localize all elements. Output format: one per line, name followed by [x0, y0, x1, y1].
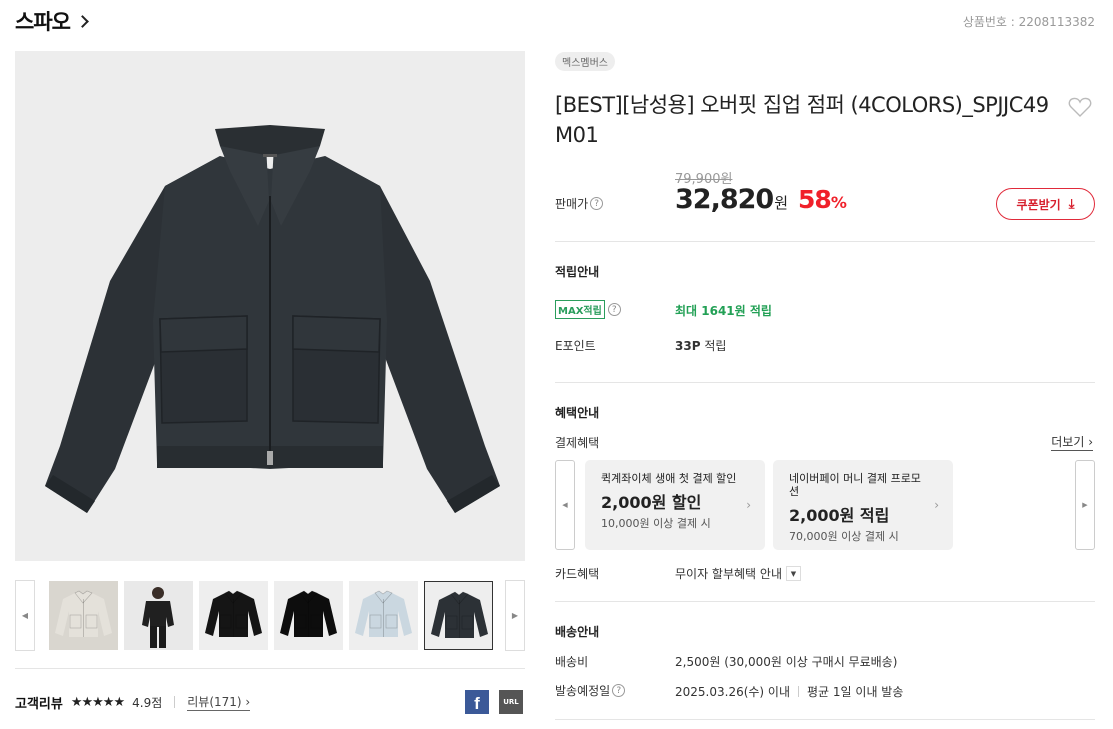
- benefit-card-amount: 2,000원 할인: [601, 493, 702, 512]
- rating-value: 4.9점: [132, 695, 163, 710]
- review-count-label: 리뷰(171): [187, 695, 242, 709]
- benefit-card-title: 네이버페이 머니 결제 프로모션: [789, 472, 921, 498]
- review-title: 고객리뷰: [15, 696, 63, 712]
- jacket-thumbnail: [55, 590, 112, 637]
- benefit-prev-button[interactable]: ◀: [555, 460, 575, 550]
- jacket-thumbnail: [431, 591, 488, 638]
- heart-icon[interactable]: [1068, 96, 1092, 118]
- payment-benefit-label: 결제혜택: [555, 436, 600, 450]
- review-count-link[interactable]: 리뷰(171) ›: [187, 693, 251, 711]
- chevron-right-icon: [76, 14, 89, 28]
- benefit-card[interactable]: 네이버페이 머니 결제 프로모션 2,000원 적립 70,000원 이상 결제…: [773, 460, 953, 550]
- main-product-image: [15, 51, 525, 561]
- epoint-amount: 33P: [675, 338, 701, 353]
- thumbnail-strip: ◀ ▶: [15, 580, 525, 651]
- chevron-right-icon: ›: [934, 498, 939, 512]
- ship-avg-value: 평균 1일 이내 발송: [807, 685, 904, 699]
- brand-name: 스파오: [15, 10, 71, 34]
- product-thumbnail[interactable]: [349, 581, 418, 650]
- sale-price-amount: 32,820: [675, 184, 774, 215]
- coupon-download-button[interactable]: 쿠폰받기 ⤓: [996, 188, 1095, 220]
- points-section-title: 적립안내: [555, 265, 600, 279]
- chevron-right-icon: ›: [746, 498, 751, 512]
- benefit-card-condition: 70,000원 이상 결제 시: [789, 530, 899, 543]
- thumb-prev-button[interactable]: ◀: [15, 580, 35, 651]
- benefit-card[interactable]: 퀵계좌이체 생애 첫 결제 할인 2,000원 할인 10,000원 이상 결제…: [585, 460, 765, 550]
- separator: [174, 696, 176, 708]
- benefit-next-button[interactable]: ▶: [1075, 460, 1095, 550]
- separator: [798, 686, 800, 697]
- jacket-thumbnail: [355, 590, 412, 637]
- discount-percent-sign: %: [830, 193, 847, 212]
- max-points-label: MAX적립 ?: [555, 300, 621, 319]
- epoint-label: E포인트: [555, 339, 596, 353]
- review-summary: 고객리뷰 ★★★★★ 4.9점 리뷰(171) › f URL: [15, 690, 525, 714]
- brand-link[interactable]: 스파오: [15, 6, 89, 36]
- max-points-value: 최대 1641원 적립: [675, 304, 772, 318]
- product-thumbnail[interactable]: [274, 581, 343, 650]
- url-copy-button[interactable]: URL: [499, 690, 523, 714]
- coupon-button-label: 쿠폰받기: [1016, 197, 1061, 212]
- product-title: [BEST][남성용] 오버핏 집업 점퍼 (4COLORS)_SPJJC49M…: [555, 93, 1049, 147]
- shipping-fee-label: 배송비: [555, 655, 589, 669]
- benefit-card-amount: 2,000원 적립: [789, 506, 890, 525]
- jacket-thumbnail: [280, 590, 337, 637]
- help-icon[interactable]: ?: [590, 197, 604, 210]
- more-link-label: 더보기: [1051, 435, 1085, 449]
- benefit-card-title: 퀵계좌이체 생애 첫 결제 할인: [601, 472, 737, 485]
- divider: [15, 668, 525, 669]
- divider: [555, 601, 1095, 602]
- product-thumbnail[interactable]: [49, 581, 118, 650]
- product-thumbnail[interactable]: [124, 581, 193, 650]
- ship-date-value: 2025.03.26(수) 이내: [675, 685, 791, 699]
- help-icon[interactable]: ?: [612, 684, 626, 697]
- discount-rate: 58: [798, 185, 832, 214]
- epoint-value: 33P 적립: [675, 337, 726, 354]
- model-photo: [142, 587, 174, 648]
- product-thumbnail[interactable]: [199, 581, 268, 650]
- dropdown-toggle-button[interactable]: ▼: [786, 566, 801, 581]
- sale-price: 32,820 원 58 %: [675, 184, 847, 215]
- divider: [555, 719, 1095, 720]
- price-label-row: 판매가 ?: [555, 195, 604, 212]
- jacket-image: [45, 125, 500, 513]
- ship-date-value-row: 2025.03.26(수) 이내 평균 1일 이내 발송: [675, 683, 903, 700]
- price-label: 판매가: [555, 197, 589, 211]
- divider: [555, 241, 1095, 242]
- member-tag: 멕스멤버스: [555, 52, 615, 71]
- shipping-fee-value: 2,500원 (30,000원 이상 구매시 무료배송): [675, 655, 898, 669]
- product-thumbnail[interactable]: [424, 581, 493, 650]
- shipping-section-title: 배송안내: [555, 625, 600, 639]
- card-benefit-text: 무이자 할부혜택 안내: [675, 567, 782, 581]
- ship-date-label: 발송예정일: [555, 684, 611, 698]
- benefits-section-title: 혜택안내: [555, 406, 600, 420]
- benefit-card-condition: 10,000원 이상 결제 시: [601, 517, 711, 530]
- card-benefit-value: 무이자 할부혜택 안내 ▼: [675, 565, 801, 582]
- download-icon: ⤓: [1068, 196, 1075, 212]
- card-benefit-label: 카드혜택: [555, 567, 600, 581]
- facebook-share-button[interactable]: f: [465, 690, 489, 714]
- divider: [555, 382, 1095, 383]
- more-link[interactable]: 더보기 ›: [1051, 433, 1093, 451]
- sale-price-unit: 원: [774, 194, 789, 212]
- max-points-badge: MAX적립: [555, 300, 605, 319]
- epoint-suffix: 적립: [700, 339, 727, 353]
- star-rating-icon: ★★★★★: [70, 694, 125, 710]
- thumb-next-button[interactable]: ▶: [505, 580, 525, 651]
- help-icon[interactable]: ?: [607, 303, 621, 316]
- product-number: 상품번호 : 2208113382: [962, 15, 1095, 29]
- ship-date-label-row: 발송예정일 ?: [555, 682, 626, 699]
- jacket-thumbnail: [205, 590, 262, 637]
